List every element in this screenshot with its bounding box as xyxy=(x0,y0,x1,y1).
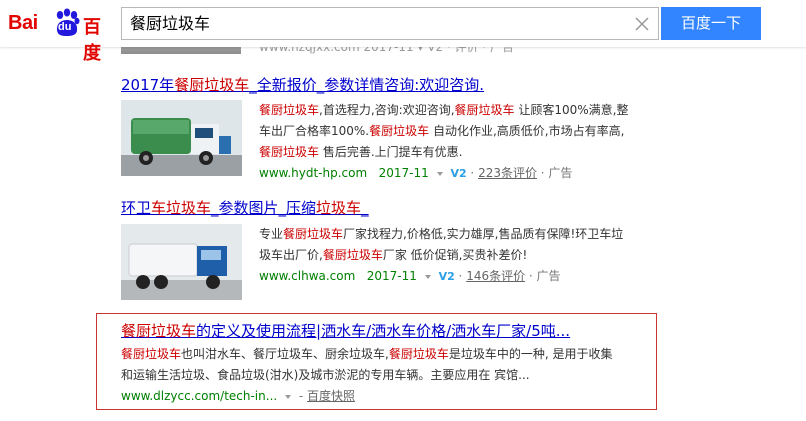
search-result: 环卫车垃圾车_参数图片_压缩垃圾车_ xyxy=(121,198,369,218)
search-input[interactable] xyxy=(130,8,630,39)
logo-bai-text: Bai xyxy=(8,12,38,34)
logo-chinese-text: 百度 xyxy=(83,17,101,64)
chevron-down-icon[interactable] xyxy=(424,274,431,279)
v2-badge[interactable]: V2 xyxy=(439,270,455,283)
result-meta: www.hydt-hp.com 2017-11 V2 · 223条评价 · 广告 xyxy=(259,166,573,180)
snapshot-link[interactable]: 百度快照 xyxy=(307,389,355,403)
result-description: 餐厨垃圾车也叫泔水车、餐厅垃圾车、厨余垃圾车,餐厨垃圾车是垃圾车中的一种, 是用… xyxy=(121,344,656,407)
ad-label: 广告 xyxy=(536,269,561,283)
reviews-link[interactable]: 223条评价 xyxy=(478,166,537,180)
close-icon[interactable] xyxy=(634,16,650,32)
result-meta: www.dlzycc.com/tech-in... - 百度快照 xyxy=(121,389,356,403)
result-title-link[interactable]: 2017年餐厨垃圾车_全新报价_参数详情咨询:欢迎咨询. xyxy=(121,75,484,95)
result-description: 专业餐厨垃圾车厂家找程力,价格低,实力雄厚,售品质有保障!环卫车垃 圾车出厂价,… xyxy=(259,224,659,287)
garbage-truck-image[interactable] xyxy=(121,100,242,176)
result-date: 2017-11 xyxy=(378,166,429,180)
search-header: Bai du 百度 百度一下 xyxy=(0,0,806,64)
result-title-link[interactable]: 餐厨垃圾车的定义及使用流程|洒水车/洒水车价格/洒水车厂家/5吨... xyxy=(121,321,570,341)
result-url[interactable]: www.clhwa.com xyxy=(259,269,355,283)
chevron-down-icon[interactable] xyxy=(285,394,292,399)
ad-label: 广告 xyxy=(548,166,573,180)
search-result: 2017年餐厨垃圾车_全新报价_参数详情咨询:欢迎咨询. xyxy=(121,75,484,95)
result-date: 2017-11 xyxy=(366,269,417,283)
reviews-link[interactable]: 146条评价 xyxy=(466,269,525,283)
v2-badge[interactable]: V2 xyxy=(450,167,466,180)
search-result: 餐厨垃圾车的定义及使用流程|洒水车/洒水车价格/洒水车厂家/5吨... xyxy=(121,321,570,341)
chevron-down-icon[interactable] xyxy=(436,171,443,176)
result-description: 餐厨垃圾车,首选程力,咨询:欢迎咨询,餐厨垃圾车 让顾客100%满意,整 车出厂… xyxy=(259,100,659,184)
search-button[interactable]: 百度一下 xyxy=(661,7,761,40)
result-title-link[interactable]: 环卫车垃圾车_参数图片_压缩垃圾车_ xyxy=(121,198,369,218)
garbage-truck-image[interactable] xyxy=(121,224,242,300)
result-meta: www.clhwa.com 2017-11 V2 · 146条评价 · 广告 xyxy=(259,269,561,283)
result-url[interactable]: www.dlzycc.com/tech-in... xyxy=(121,389,277,403)
result-url[interactable]: www.hydt-hp.com xyxy=(259,166,367,180)
logo-du-text: du xyxy=(58,21,72,33)
search-box[interactable] xyxy=(121,7,659,40)
